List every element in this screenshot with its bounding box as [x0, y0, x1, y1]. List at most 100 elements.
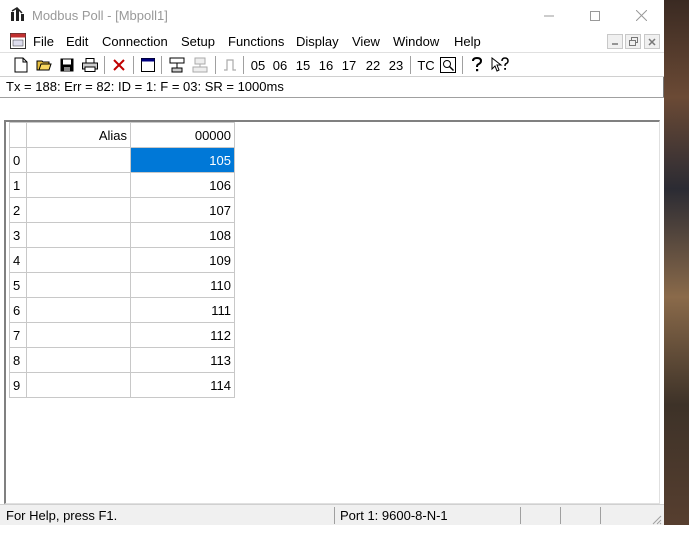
- value-cell[interactable]: 107: [130, 197, 235, 223]
- port-status-text: Port 1: 9600-8-N-1: [340, 508, 448, 523]
- row-number[interactable]: 4: [9, 247, 27, 273]
- context-help-button[interactable]: [490, 55, 510, 75]
- main-window: Modbus Poll - [Mbpoll1] File Edit Connec…: [0, 0, 664, 525]
- value-cell[interactable]: 114: [130, 372, 235, 398]
- status-divider: [600, 507, 601, 524]
- value-cell[interactable]: 113: [130, 347, 235, 373]
- menu-edit[interactable]: Edit: [66, 34, 88, 49]
- child-close-button[interactable]: [644, 34, 660, 49]
- table-row: 1 106: [9, 172, 235, 198]
- new-button[interactable]: [12, 55, 30, 75]
- menu-help[interactable]: Help: [454, 34, 481, 49]
- print-button[interactable]: [81, 55, 99, 75]
- monitor-button[interactable]: [438, 55, 458, 75]
- value-cell-selected[interactable]: 105: [130, 147, 235, 173]
- context-help-icon: [491, 57, 509, 72]
- row-number[interactable]: 8: [9, 347, 27, 373]
- minimize-icon: [612, 42, 618, 45]
- row-number[interactable]: 3: [9, 222, 27, 248]
- connect-button[interactable]: [167, 55, 187, 75]
- desktop-bottom-edge: [0, 525, 689, 540]
- alias-cell[interactable]: [26, 222, 131, 248]
- row-number[interactable]: 9: [9, 372, 27, 398]
- traffic-button[interactable]: TC: [416, 55, 436, 75]
- window-title: Modbus Poll - [Mbpoll1]: [32, 8, 168, 23]
- desktop-background: [664, 0, 689, 540]
- monitor-search-icon: [440, 57, 456, 73]
- alias-cell[interactable]: [26, 172, 131, 198]
- printer-icon: [82, 58, 98, 72]
- menu-display[interactable]: Display: [296, 34, 339, 49]
- value-cell[interactable]: 106: [130, 172, 235, 198]
- help-status-text: For Help, press F1.: [6, 508, 118, 523]
- menu-connection[interactable]: Connection: [102, 34, 168, 49]
- value-cell[interactable]: 108: [130, 222, 235, 248]
- value-cell[interactable]: 112: [130, 322, 235, 348]
- restore-icon: [628, 37, 638, 46]
- row-number[interactable]: 1: [9, 172, 27, 198]
- pulse-icon: [224, 59, 236, 71]
- status-divider: [520, 507, 521, 524]
- fc17-button[interactable]: 17: [340, 55, 358, 75]
- window-button[interactable]: [139, 55, 157, 75]
- mdi-client-area: Alias 00000 0 105 1 106 2 107 3 108 4 10…: [0, 97, 664, 504]
- alias-cell[interactable]: [26, 347, 131, 373]
- row-number[interactable]: 5: [9, 272, 27, 298]
- toolbar-separator: [104, 56, 106, 74]
- fc05-button[interactable]: 05: [249, 55, 267, 75]
- toolbar-separator: [462, 56, 464, 74]
- table-row: 0 105: [9, 147, 235, 173]
- fc23-button[interactable]: 23: [387, 55, 405, 75]
- alias-cell[interactable]: [26, 322, 131, 348]
- save-button[interactable]: [58, 55, 76, 75]
- menu-file[interactable]: File: [33, 34, 54, 49]
- value-cell[interactable]: 109: [130, 247, 235, 273]
- open-button[interactable]: [35, 55, 53, 75]
- new-document-icon: [14, 57, 28, 73]
- fc06-button[interactable]: 06: [271, 55, 289, 75]
- alias-cell[interactable]: [26, 197, 131, 223]
- help-button[interactable]: [468, 55, 486, 75]
- row-number[interactable]: 7: [9, 322, 27, 348]
- row-number[interactable]: 6: [9, 297, 27, 323]
- alias-cell[interactable]: [26, 372, 131, 398]
- close-button[interactable]: [618, 0, 664, 31]
- child-minimize-button[interactable]: [607, 34, 623, 49]
- maximize-icon: [590, 10, 600, 21]
- table-row: 7 112: [9, 322, 235, 348]
- toolbar-separator: [410, 56, 412, 74]
- menu-functions[interactable]: Functions: [228, 34, 284, 49]
- maximize-button[interactable]: [572, 0, 618, 31]
- row-number[interactable]: 0: [9, 147, 27, 173]
- toolbar: 05 06 15 16 17 22 23 TC: [0, 52, 664, 77]
- table-row: 3 108: [9, 222, 235, 248]
- resize-grip-icon[interactable]: [650, 513, 662, 525]
- toolbar-separator: [161, 56, 163, 74]
- table-row: 6 111: [9, 297, 235, 323]
- alias-cell[interactable]: [26, 297, 131, 323]
- alias-cell[interactable]: [26, 272, 131, 298]
- minimize-button[interactable]: [526, 0, 572, 31]
- table-row: 9 114: [9, 372, 235, 398]
- address-column-header[interactable]: 00000: [130, 122, 235, 148]
- fc22-button[interactable]: 22: [364, 55, 382, 75]
- delete-button[interactable]: [110, 55, 128, 75]
- row-number[interactable]: 2: [9, 197, 27, 223]
- table-corner-cell[interactable]: [9, 122, 27, 148]
- menu-view[interactable]: View: [352, 34, 380, 49]
- menu-window[interactable]: Window: [393, 34, 439, 49]
- title-bar[interactable]: Modbus Poll - [Mbpoll1]: [0, 0, 664, 31]
- document-system-menu-icon[interactable]: [10, 33, 26, 49]
- value-cell[interactable]: 110: [130, 272, 235, 298]
- value-cell[interactable]: 111: [130, 297, 235, 323]
- alias-column-header[interactable]: Alias: [26, 122, 131, 148]
- fc15-button[interactable]: 15: [294, 55, 312, 75]
- fc16-button[interactable]: 16: [317, 55, 335, 75]
- child-restore-button[interactable]: [625, 34, 641, 49]
- status-divider: [560, 507, 561, 524]
- alias-cell[interactable]: [26, 247, 131, 273]
- alias-cell[interactable]: [26, 147, 131, 173]
- disconnect-button[interactable]: [190, 55, 210, 75]
- pulse-button[interactable]: [221, 55, 239, 75]
- menu-setup[interactable]: Setup: [181, 34, 215, 49]
